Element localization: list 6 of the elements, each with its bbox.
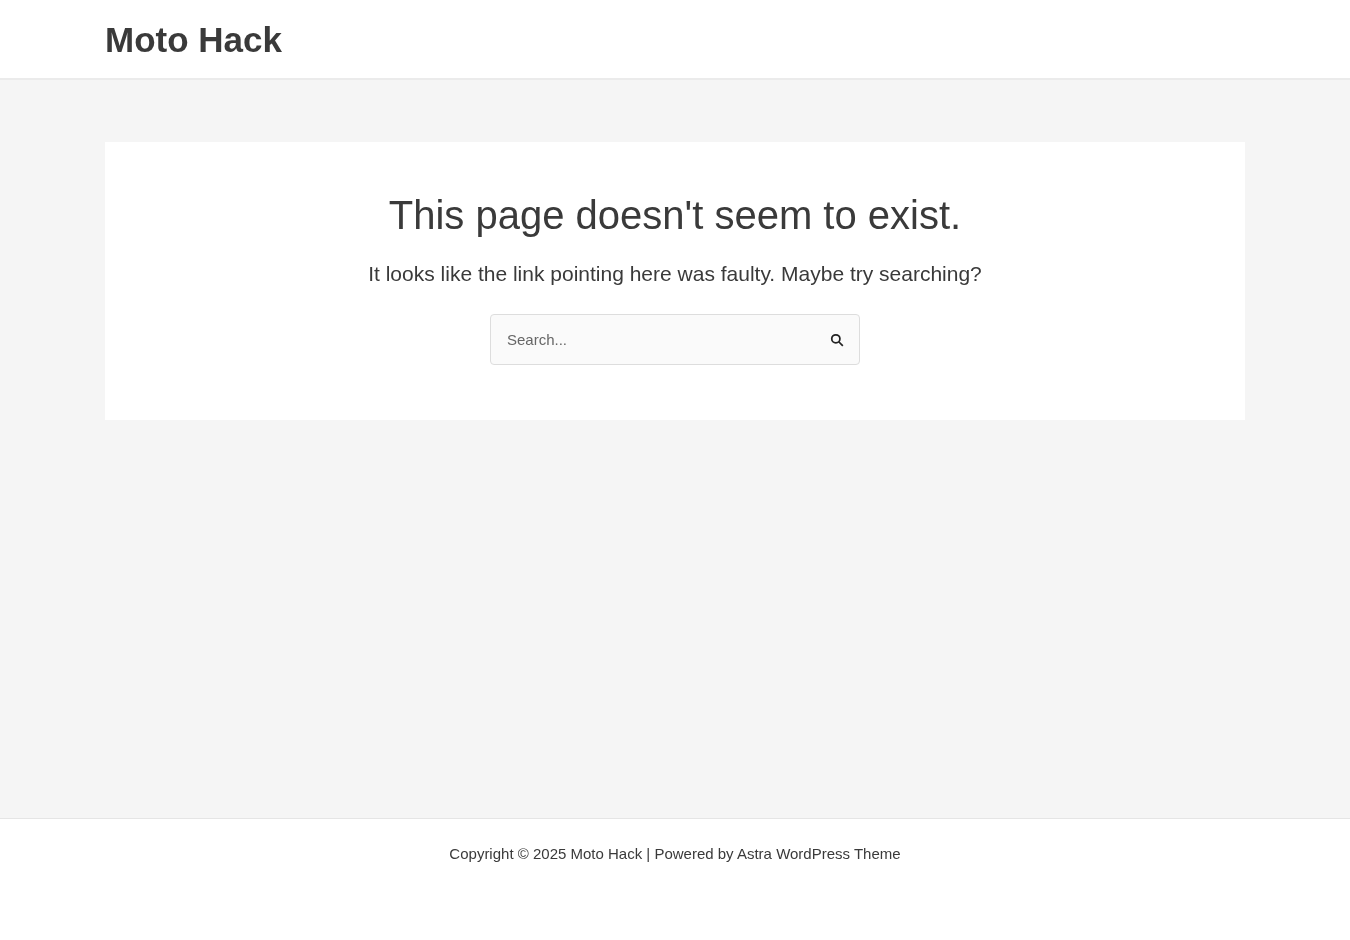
copyright-text: Copyright © 2025 Moto Hack | Powered by Astra WordPress Theme: [449, 844, 901, 864]
site-title[interactable]: Moto Hack: [105, 21, 282, 57]
search-icon[interactable]: [830, 332, 844, 347]
page-heading: This page doesn't seem to exist.: [388, 192, 962, 239]
search-field[interactable]: Search...: [490, 313, 860, 365]
error-message: It looks like the link pointing here was faulty. Maybe try searching?: [368, 261, 982, 287]
